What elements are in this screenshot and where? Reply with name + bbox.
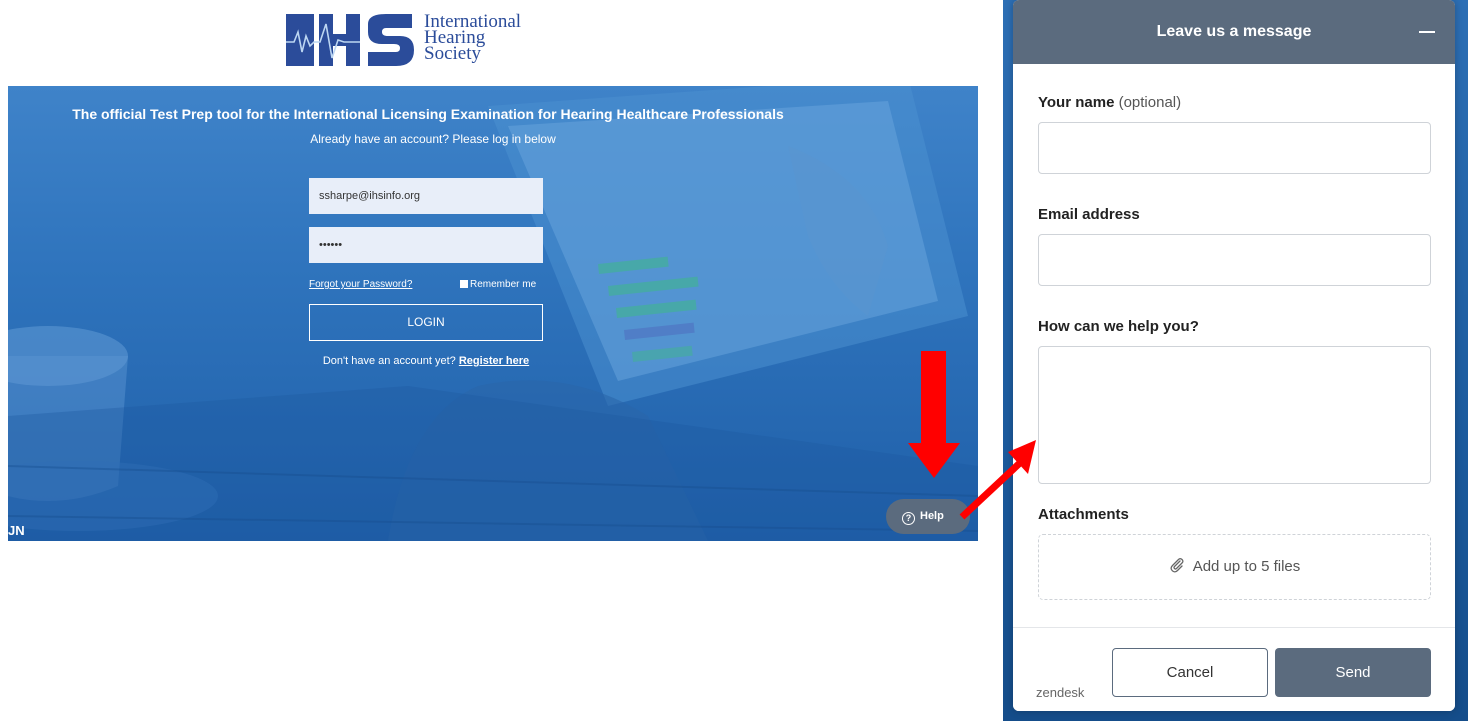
hero-title: The official Test Prep tool for the Inte… [72,106,784,122]
send-button[interactable]: Send [1275,648,1431,697]
register-link[interactable]: Register here [459,355,529,367]
help-button-label: Help [920,510,944,522]
remember-me-label: Remember me [470,279,537,290]
attachments-dropzone[interactable]: Add up to 5 files [1038,534,1431,600]
name-label: Your name (optional) [1038,94,1181,111]
password-input[interactable]: •••••• [309,227,543,263]
widget-footer: zendesk Cancel Send [1013,627,1455,711]
login-hero: The official Test Prep tool for the Inte… [8,86,978,541]
help-circle-icon: ? [902,512,915,525]
name-field[interactable] [1038,122,1431,174]
help-label: How can we help you? [1038,318,1199,335]
attachments-label: Attachments [1038,506,1129,523]
hero-subtitle: Already have an account? Please log in b… [310,132,556,146]
help-button[interactable]: ? Help [886,499,970,534]
name-optional-text: (optional) [1118,94,1182,111]
zendesk-branding[interactable]: zendesk [1036,685,1084,700]
name-label-text: Your name [1038,94,1115,111]
bottom-text-fragment: JN [8,523,25,538]
email-input[interactable]: ssharpe@ihsinfo.org [309,178,543,214]
attachments-text: Add up to 5 files [1192,558,1301,575]
ihs-logo-mark [286,14,414,66]
ihs-logo: International Hearing Society [286,10,556,74]
login-button[interactable]: LOGIN [309,304,543,341]
widget-header: Leave us a message [1013,0,1455,64]
logo-line-3: Society [424,43,481,64]
register-prompt: Don't have an account yet? Register here [8,355,844,367]
zendesk-message-widget: Leave us a message Your name (optional) … [1013,0,1455,711]
minimize-icon[interactable] [1419,31,1435,33]
remember-me-checkbox[interactable]: Remember me [460,279,536,290]
remember-me-box[interactable] [460,280,468,288]
forgot-password-link[interactable]: Forgot your Password? [309,279,412,290]
message-textarea[interactable] [1038,346,1431,484]
paperclip-icon [1170,558,1184,573]
cancel-button[interactable]: Cancel [1112,648,1268,697]
email-field[interactable] [1038,234,1431,286]
ihs-logo-text: International Hearing Society [424,12,521,64]
widget-title: Leave us a message [1156,23,1312,40]
register-prompt-text: Don't have an account yet? [322,355,456,367]
email-label: Email address [1038,206,1140,223]
